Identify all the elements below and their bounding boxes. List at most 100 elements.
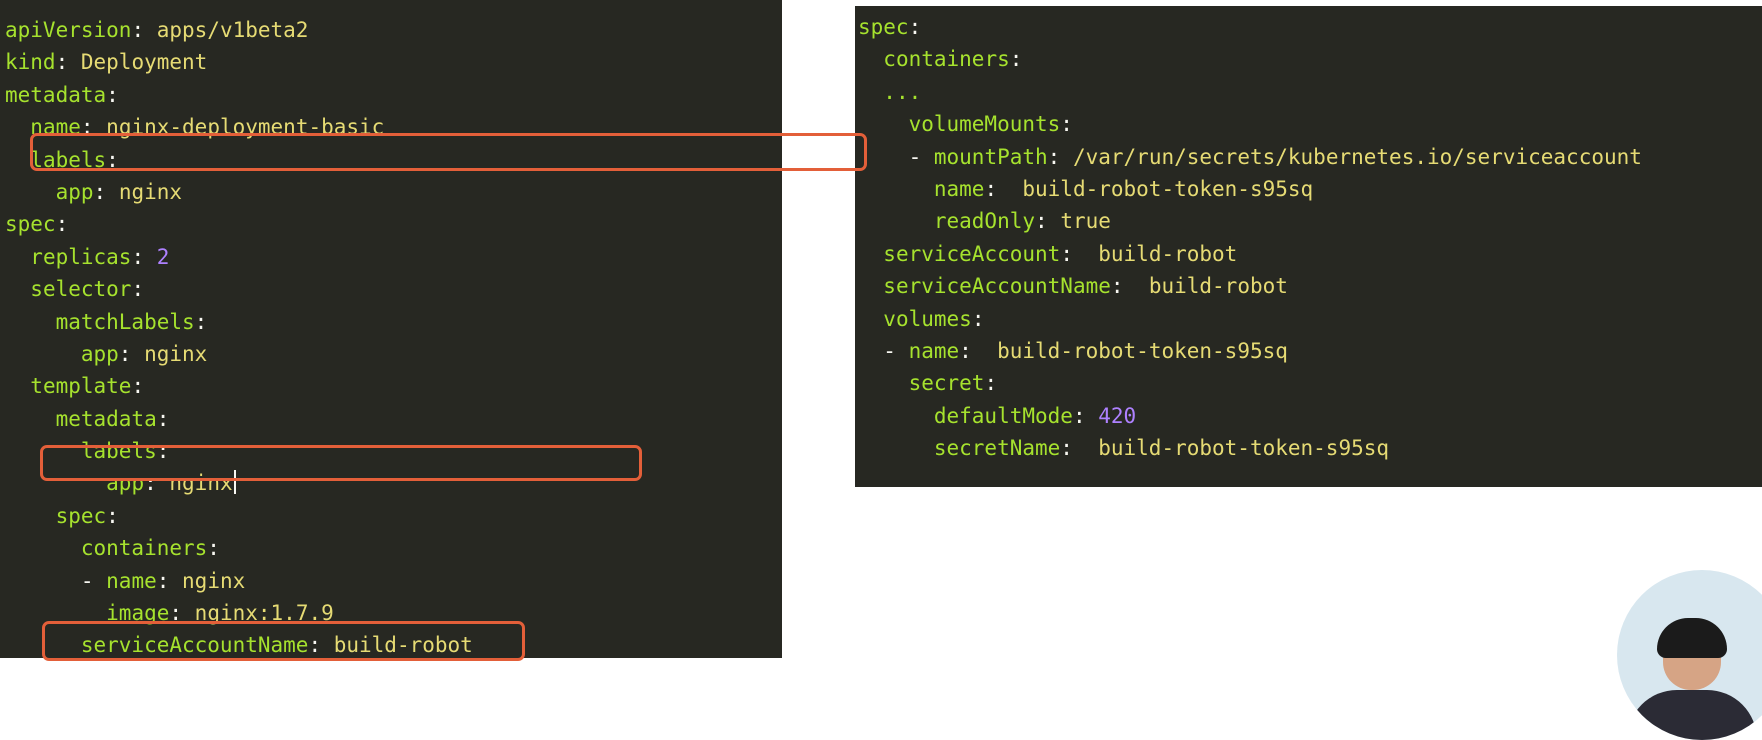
- yaml-key: volumes: [883, 306, 972, 331]
- code-line: volumeMounts:: [855, 108, 1762, 140]
- yaml-value: build-robot-token-s95sq: [1098, 436, 1390, 461]
- code-line: ...: [855, 76, 1762, 108]
- separator: :: [194, 309, 208, 334]
- separator: :: [1009, 47, 1023, 72]
- yaml-key: name: [30, 115, 81, 140]
- separator: :: [106, 147, 119, 172]
- separator: :: [1110, 274, 1149, 299]
- code-line: containers:: [855, 43, 1762, 75]
- code-line: kind: Deployment: [0, 46, 782, 78]
- right-code-editor[interactable]: spec: containers: ... volumeMounts: - mo…: [855, 6, 1762, 487]
- yaml-value: build-robot-token-s95sq: [1022, 176, 1314, 201]
- left-code-editor[interactable]: apiVersion: apps/v1beta2 kind: Deployment…: [0, 0, 782, 658]
- yaml-key: volumeMounts: [908, 112, 1061, 137]
- code-line: apiVersion: apps/v1beta2: [0, 14, 782, 46]
- code-line: image: nginx:1.7.9: [0, 597, 782, 629]
- yaml-value: build-robot: [1148, 274, 1288, 299]
- separator: :: [131, 277, 145, 302]
- yaml-value: /var/run/secrets/kubernetes.io/serviceac…: [1072, 144, 1642, 169]
- yaml-key: metadata: [55, 406, 157, 431]
- separator: :: [156, 568, 183, 593]
- yaml-key: kind: [5, 50, 56, 75]
- code-line: name: nginx-deployment-basic: [0, 111, 782, 143]
- separator: :: [984, 371, 998, 396]
- code-line: secret:: [855, 367, 1762, 399]
- yaml-key: labels: [30, 147, 107, 172]
- code-line: defaultMode: 420: [855, 400, 1762, 432]
- yaml-value: build-robot: [333, 633, 473, 658]
- text-cursor: [233, 470, 236, 495]
- separator: :: [118, 341, 145, 366]
- yaml-key: app: [106, 471, 145, 496]
- yaml-key: serviceAccount: [883, 241, 1061, 266]
- yaml-key: secretName: [933, 436, 1061, 461]
- yaml-key: secret: [908, 371, 985, 396]
- code-line: selector:: [0, 273, 782, 305]
- code-line: replicas: 2: [0, 241, 782, 273]
- separator: :: [131, 18, 157, 42]
- yaml-key: containers: [883, 47, 1010, 72]
- code-line: app: nginx: [0, 467, 782, 499]
- code-line: spec:: [0, 208, 782, 240]
- yaml-key: spec: [5, 212, 56, 237]
- yaml-value: nginx: [144, 341, 208, 366]
- code-line: readOnly: true: [855, 205, 1762, 237]
- separator: :: [106, 503, 119, 528]
- yaml-key: name: [933, 176, 985, 201]
- separator: :: [80, 115, 107, 140]
- yaml-key: app: [80, 341, 119, 366]
- yaml-value: apps/v1beta2: [156, 18, 309, 42]
- separator: :: [1035, 209, 1061, 234]
- separator: :: [106, 82, 119, 107]
- yaml-value: nginx:1.7.9: [194, 601, 334, 626]
- code-line: volumes:: [855, 303, 1762, 335]
- code-line: - name: build-robot-token-s95sq: [855, 335, 1762, 367]
- code-line: secretName: build-robot-token-s95sq: [855, 432, 1762, 464]
- yaml-value: nginx: [182, 568, 246, 593]
- yaml-key: serviceAccountName: [80, 633, 309, 658]
- separator: :: [55, 212, 69, 237]
- separator: :: [908, 15, 922, 39]
- code-line: - mountPath: /var/run/secrets/kubernetes…: [855, 141, 1762, 173]
- yaml-value: true: [1060, 209, 1111, 234]
- separator: :: [1060, 112, 1073, 137]
- code-line: matchLabels:: [0, 306, 782, 338]
- separator: :: [131, 244, 157, 269]
- separator: :: [959, 338, 998, 363]
- separator: :: [1060, 436, 1099, 461]
- separator: :: [131, 374, 145, 399]
- yaml-key: serviceAccountName: [883, 274, 1111, 299]
- code-line: labels:: [0, 435, 782, 467]
- code-line: containers:: [0, 532, 782, 564]
- yaml-key: apiVersion: [5, 18, 132, 42]
- separator: :: [144, 471, 170, 496]
- separator: :: [55, 50, 81, 75]
- yaml-value: build-robot: [1098, 241, 1238, 266]
- yaml-key: mountPath: [933, 144, 1048, 169]
- code-line: labels:: [0, 144, 782, 176]
- yaml-key: spec: [858, 15, 909, 39]
- yaml-key: selector: [30, 277, 132, 302]
- yaml-key: containers: [80, 536, 208, 561]
- yaml-value: Deployment: [80, 50, 208, 75]
